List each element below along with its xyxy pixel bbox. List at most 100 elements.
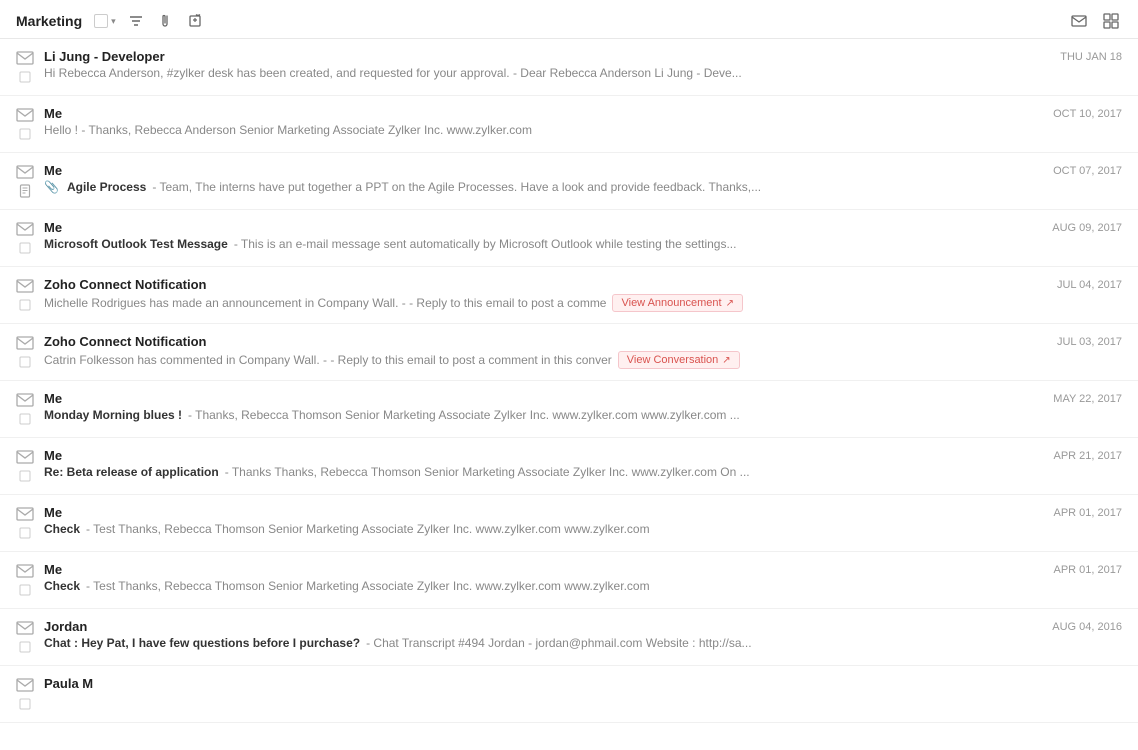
email-item[interactable]: MeCheck- Test Thanks, Rebecca Thomson Se… [0, 495, 1138, 552]
email-content: MeRe: Beta release of application- Thank… [44, 448, 1042, 479]
email-item[interactable]: Zoho Connect Notification Catrin Folkesso… [0, 324, 1138, 381]
email-item[interactable]: Jordan Chat : Hey Pat, I have few questio… [0, 609, 1138, 666]
sub-icon [17, 354, 33, 370]
envelope-icon [16, 450, 34, 464]
email-preview: Michelle Rodrigues has made an announcem… [44, 296, 606, 310]
email-item[interactable]: Paula M [0, 666, 1138, 723]
app-container: Marketing ▾ [0, 0, 1138, 750]
email-subject: Chat : Hey Pat, I have few questions bef… [44, 636, 360, 650]
sub-icon [17, 639, 33, 655]
external-link-icon: ↗ [722, 355, 730, 366]
email-date: OCT 10, 2017 [1053, 106, 1122, 120]
email-sender: Zoho Connect Notification [44, 277, 1045, 292]
view-conversation-button[interactable]: View Conversation ↗ [618, 351, 740, 369]
email-icon-area [16, 562, 34, 598]
attachment-icon [158, 13, 174, 29]
import-icon [188, 13, 204, 29]
inline-attachment-icon: 📎 [44, 180, 59, 194]
attachment-button[interactable] [156, 11, 176, 31]
email-icon-area [16, 676, 34, 712]
email-item[interactable]: MeMonday Morning blues !- Thanks, Rebecc… [0, 381, 1138, 438]
email-date: THU JAN 18 [1060, 49, 1122, 63]
email-body-line: Microsoft Outlook Test Message - This is … [44, 237, 1040, 251]
email-preview: - This is an e-mail message sent automat… [234, 237, 737, 251]
sub-icon [17, 696, 33, 712]
envelope-icon [16, 336, 34, 350]
email-date: APR 21, 2017 [1054, 448, 1123, 462]
email-body-line: Hi Rebecca Anderson, #zylker desk has be… [44, 66, 1048, 80]
email-sender: Me [44, 220, 1040, 235]
email-icon-area [16, 505, 34, 541]
compose-button[interactable] [1068, 10, 1090, 32]
email-subject: Microsoft Outlook Test Message [44, 237, 228, 251]
email-icon-area [16, 391, 34, 427]
email-sender: Me [44, 163, 1041, 178]
envelope-icon [16, 51, 34, 65]
sub-icon [17, 69, 33, 85]
filter-icon [128, 13, 144, 29]
external-link-icon: ↗ [726, 298, 734, 309]
email-preview: - Chat Transcript #494 Jordan - jordan@p… [366, 636, 751, 650]
email-sender: Li Jung - Developer [44, 49, 1048, 64]
layout-button[interactable] [1100, 10, 1122, 32]
email-subject: Check [44, 522, 80, 536]
compose-icon [1070, 12, 1088, 30]
email-icon-area [16, 619, 34, 655]
email-sender: Me [44, 562, 1042, 577]
email-subject: Agile Process [67, 180, 146, 194]
email-sender: Me [44, 448, 1042, 463]
email-content: Me Microsoft Outlook Test Message - This i… [44, 220, 1040, 251]
envelope-icon [16, 678, 34, 692]
sub-icon [17, 582, 33, 598]
email-date: APR 01, 2017 [1054, 505, 1123, 519]
email-sender: Jordan [44, 619, 1040, 634]
envelope-icon [16, 108, 34, 122]
checkbox-icon [94, 14, 108, 28]
select-checkbox[interactable]: ▾ [94, 14, 116, 28]
email-body-line: Monday Morning blues !- Thanks, Rebecca … [44, 408, 1041, 422]
email-date: OCT 07, 2017 [1053, 163, 1122, 177]
email-sender: Zoho Connect Notification [44, 334, 1045, 349]
email-sender: Paula M [44, 676, 1122, 691]
email-body-line: 📎 Agile Process - Team, The interns have p… [44, 180, 1041, 194]
email-item[interactable]: Li Jung - Developer Hi Rebecca Anderson, … [0, 39, 1138, 96]
email-preview: - Team, The interns have put together a … [152, 180, 761, 194]
sub-icon [17, 240, 33, 256]
email-subject: Re: Beta release of application [44, 465, 219, 479]
email-preview: - Test Thanks, Rebecca Thomson Senior Ma… [86, 579, 650, 593]
email-item[interactable]: MeRe: Beta release of application- Thank… [0, 438, 1138, 495]
sub-icon [17, 126, 33, 142]
email-item[interactable]: MeCheck- Test Thanks, Rebecca Thomson Se… [0, 552, 1138, 609]
email-body-line: Catrin Folkesson has commented in Compan… [44, 351, 1045, 369]
email-preview: - Thanks, Rebecca Thomson Senior Marketi… [188, 408, 740, 422]
sub-icon [17, 411, 33, 427]
email-icon-area [16, 163, 34, 199]
email-content: Jordan Chat : Hey Pat, I have few questio… [44, 619, 1040, 650]
email-icon-area [16, 106, 34, 142]
email-body-line: Check- Test Thanks, Rebecca Thomson Seni… [44, 522, 1042, 536]
toolbar-icons: ▾ [94, 11, 206, 31]
envelope-icon [16, 507, 34, 521]
email-content: Paula M [44, 676, 1122, 693]
header: Marketing ▾ [0, 0, 1138, 39]
email-icon-area [16, 277, 34, 313]
email-icon-area [16, 448, 34, 484]
email-date: AUG 04, 2016 [1052, 619, 1122, 633]
envelope-icon [16, 222, 34, 236]
email-item[interactable]: Zoho Connect Notification Michelle Rodrig… [0, 267, 1138, 324]
envelope-icon [16, 621, 34, 635]
email-date: AUG 09, 2017 [1052, 220, 1122, 234]
email-sender: Me [44, 106, 1041, 121]
envelope-icon [16, 393, 34, 407]
filter-button[interactable] [126, 11, 146, 31]
view-announcement-button[interactable]: View Announcement ↗ [612, 294, 742, 312]
envelope-icon [16, 165, 34, 179]
import-button[interactable] [186, 11, 206, 31]
envelope-icon [16, 564, 34, 578]
email-content: MeMonday Morning blues !- Thanks, Rebecc… [44, 391, 1041, 422]
email-content: Zoho Connect Notification Catrin Folkesso… [44, 334, 1045, 369]
email-item[interactable]: Me 📎 Agile Process - Team, The interns have… [0, 153, 1138, 210]
email-item[interactable]: Me Microsoft Outlook Test Message - This i… [0, 210, 1138, 267]
email-item[interactable]: MeHello ! - Thanks, Rebecca Anderson Sen… [0, 96, 1138, 153]
sub-icon [17, 297, 33, 313]
